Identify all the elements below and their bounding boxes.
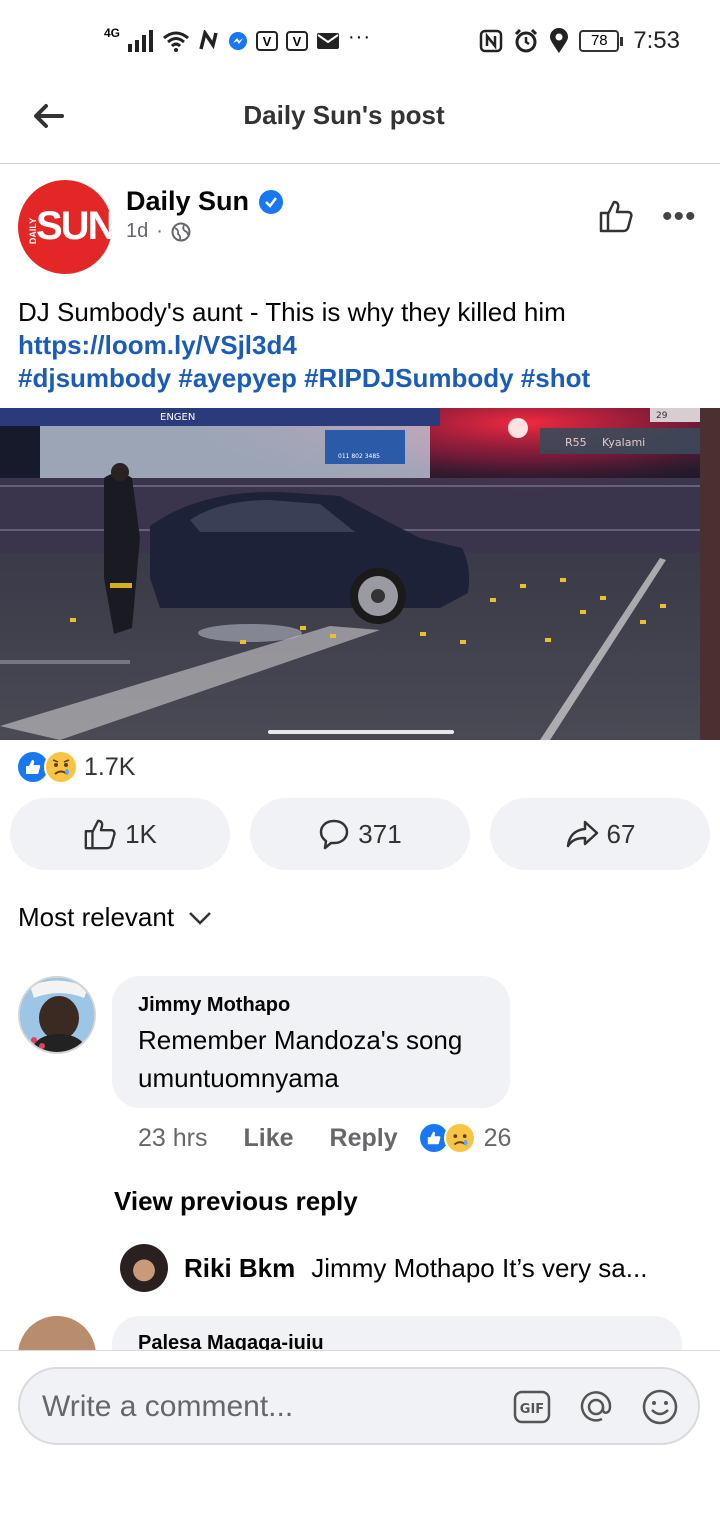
mention-button[interactable] <box>576 1387 616 1427</box>
post-text: DJ Sumbody's aunt - This is why they kil… <box>18 296 708 395</box>
clock: 7:53 <box>633 27 680 54</box>
status-left: 4G V V ··· <box>104 24 371 58</box>
post-hashtags[interactable]: #djsumbody #ayepyep #RIPDJSumbody #shot <box>18 362 708 395</box>
mail-icon <box>317 33 340 49</box>
gif-icon: GIF <box>513 1390 551 1424</box>
v-app-icon-2: V <box>286 31 309 51</box>
comment-bubble[interactable]: Jimmy Mothapo Remember Mandoza's song um… <box>112 976 510 1108</box>
gif-button[interactable]: GIF <box>512 1387 552 1427</box>
reply-text: Jimmy Mothapo It’s very sa... <box>311 1252 648 1283</box>
like-count: 1K <box>125 818 157 849</box>
comment-text: Remember Mandoza's song umuntuomnyama <box>138 1025 463 1093</box>
comment-time: 23 hrs <box>138 1123 208 1152</box>
comment-button[interactable]: 371 <box>250 798 470 870</box>
post-caption: DJ Sumbody's aunt - This is why they kil… <box>18 297 566 327</box>
share-arrow-icon <box>566 820 598 848</box>
battery-indicator: 78 <box>579 30 624 52</box>
comment-bubble-icon <box>320 819 349 850</box>
thumbs-up-icon <box>84 819 116 850</box>
verified-badge-icon <box>259 189 284 214</box>
page-title: Daily Sun's post <box>243 100 445 130</box>
reaction-count: 1.7K <box>84 752 136 781</box>
alarm-icon <box>515 28 538 53</box>
photo-sign-place: Kyalami <box>602 436 645 449</box>
page-name[interactable]: Daily Sun <box>126 186 249 217</box>
post-link[interactable]: https://loom.ly/VSjl3d4 <box>18 329 708 362</box>
comment-input[interactable] <box>42 1387 482 1427</box>
comment-reply-button[interactable]: Reply <box>330 1124 398 1153</box>
thumbs-up-outline-icon <box>599 200 633 233</box>
reply-avatar[interactable] <box>120 1244 168 1292</box>
wifi-icon <box>163 31 189 52</box>
v-app-icon: V <box>256 31 279 51</box>
messenger-icon <box>229 32 248 50</box>
sad-reaction-icon <box>443 1122 476 1154</box>
view-previous-reply-button[interactable]: View previous reply <box>114 1186 358 1217</box>
post-time[interactable]: 1d <box>126 220 148 243</box>
signal-icon <box>128 30 154 52</box>
post-more-button[interactable]: ••• <box>662 200 697 234</box>
post-actions: 1K 371 67 <box>10 798 710 870</box>
comment-like-button[interactable]: Like <box>243 1124 293 1153</box>
photo-sign-route: R55 <box>565 436 587 449</box>
n-app-icon <box>199 30 218 50</box>
at-sign-icon <box>580 1391 612 1422</box>
like-button[interactable]: 1K <box>10 798 230 870</box>
reply-author[interactable]: Riki Bkm <box>184 1253 295 1284</box>
reaction-summary[interactable]: 1.7K <box>16 750 135 784</box>
page-avatar[interactable]: DAILY SUN <box>18 180 112 274</box>
smiley-icon <box>642 1389 678 1425</box>
network-type: 4G <box>104 26 121 40</box>
comment-reaction-count: 26 <box>483 1123 512 1152</box>
sort-label: Most relevant <box>18 902 175 932</box>
battery-tip <box>620 36 624 46</box>
photo-sign-phone: 011 802 3485 <box>338 453 380 460</box>
post-photo[interactable]: ENGEN 011 802 3485 R55 Kyalami 29 <box>0 408 720 740</box>
comment-avatar[interactable] <box>18 976 96 1054</box>
post-meta: 1d · <box>126 220 191 243</box>
avatar-logo-text: SUN <box>36 204 112 248</box>
share-button[interactable]: 67 <box>490 798 710 870</box>
crime-scene-photo: ENGEN 011 802 3485 R55 Kyalami 29 <box>0 408 720 740</box>
reply-preview[interactable]: Riki Bkm Jimmy Mothapo It’s very sa... <box>120 1244 647 1292</box>
emoji-button[interactable] <box>640 1387 680 1427</box>
gif-label: GIF <box>520 1402 544 1417</box>
comment-meta: 23 hrs Like Reply 26 <box>138 1122 511 1154</box>
app-header: Daily Sun's post <box>0 80 720 164</box>
share-count: 67 <box>606 818 636 849</box>
sad-reaction-icon <box>44 750 78 784</box>
nfc-icon <box>480 29 503 53</box>
photo-sign-number: 29 <box>656 411 668 421</box>
post-author[interactable]: Daily Sun <box>126 186 284 217</box>
photo-sign-engen: ENGEN <box>160 412 195 423</box>
status-right: 78 7:53 <box>479 24 680 58</box>
comment-composer-bar: GIF <box>0 1350 720 1540</box>
status-bar: 4G V V ··· 78 7:53 <box>0 0 720 80</box>
meta-separator: · <box>156 220 163 242</box>
more-notifications-icon: ··· <box>348 25 371 48</box>
follow-like-button[interactable] <box>598 198 638 238</box>
comment-count: 371 <box>358 818 402 849</box>
location-icon <box>550 28 569 53</box>
chevron-down-icon <box>189 911 211 925</box>
comment-composer[interactable]: GIF <box>18 1367 700 1445</box>
comment-sort-dropdown[interactable]: Most relevant <box>18 902 212 933</box>
battery-level: 78 <box>579 30 620 52</box>
comment-author[interactable]: Jimmy Mothapo <box>138 994 484 1017</box>
comment-reactions[interactable]: 26 <box>417 1122 512 1154</box>
globe-icon <box>171 222 191 241</box>
